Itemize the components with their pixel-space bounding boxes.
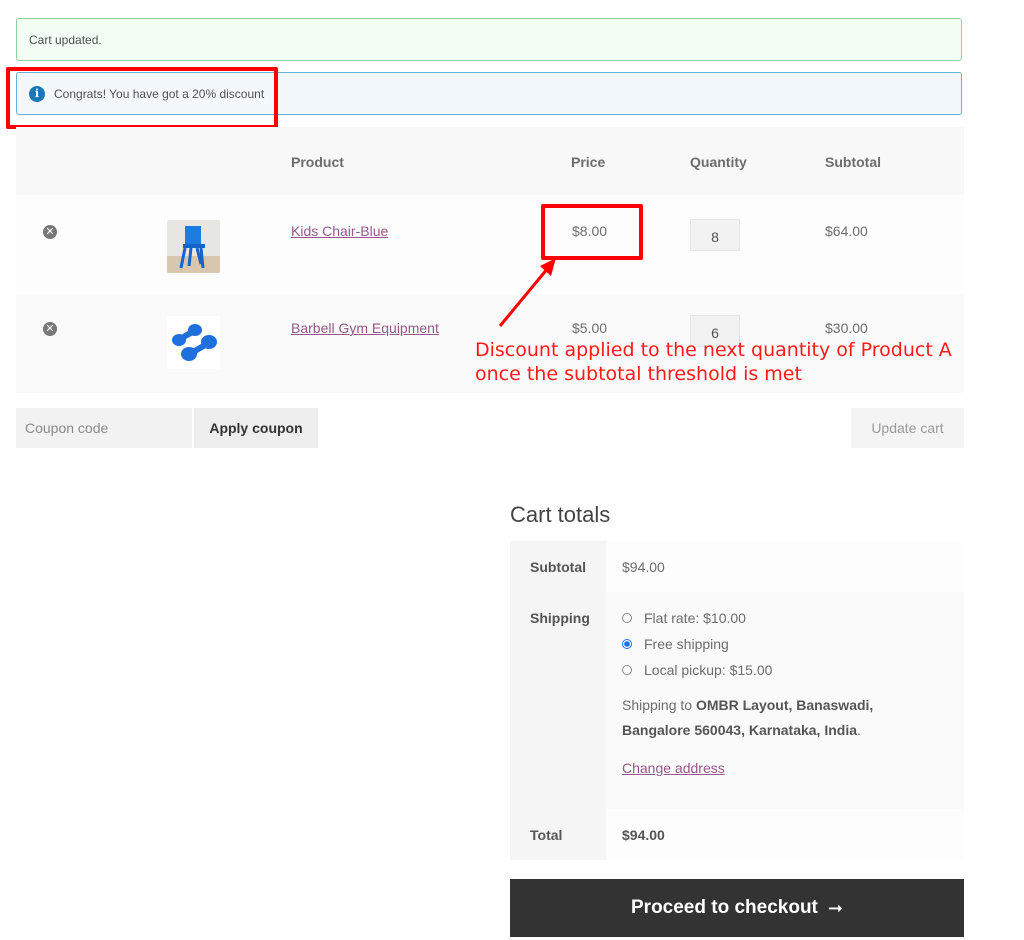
annotation-arrow-icon	[498, 258, 556, 327]
